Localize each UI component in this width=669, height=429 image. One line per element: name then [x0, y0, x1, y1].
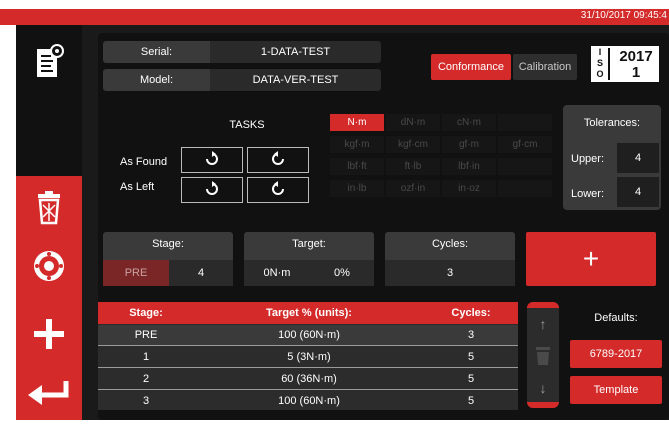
datetime: 31/10/2017 09:45:4 [580, 10, 667, 21]
table-row[interactable]: 1 5 (3N·m) 5 [98, 347, 518, 368]
row-target: 100 (60N·m) [278, 395, 340, 407]
top-status-bar: 31/10/2017 09:45:4 [0, 9, 669, 25]
iso-letter: O [596, 69, 604, 79]
model-value[interactable]: DATA-VER-TEST [210, 69, 381, 91]
calibration-button[interactable]: Calibration [513, 54, 577, 80]
scroll-up-button[interactable]: ↑ [527, 312, 559, 336]
stage-value[interactable]: 4 [169, 260, 233, 286]
unit-kgfm[interactable]: kgf·m [330, 136, 384, 153]
cycles-label: Cycles: [431, 238, 469, 250]
iso-letter: S [596, 58, 603, 68]
row-cycles: 5 [467, 395, 475, 407]
model-label: Model: [103, 69, 210, 91]
unit-ftlb[interactable]: ft·lb [386, 158, 440, 175]
delete-row-icon[interactable] [535, 346, 551, 366]
as-found-label: As Found [120, 156, 168, 168]
upper-label: Upper: [571, 153, 605, 165]
row-cycles: 5 [467, 373, 475, 385]
column-header: Cycles: [451, 307, 491, 319]
cycles-card: Cycles: 3 [385, 232, 515, 286]
target-label: Target: [292, 238, 326, 250]
as-left-label: As Left [120, 181, 155, 193]
tasks-title: TASKS [229, 119, 265, 131]
back-icon[interactable] [16, 372, 82, 416]
unit-kgfcm[interactable]: kgf·cm [386, 136, 440, 153]
row-cycles: 3 [467, 329, 475, 341]
row-stage: 1 [142, 351, 150, 363]
unit-empty [498, 114, 552, 131]
column-header: Target % (units): [266, 307, 352, 319]
table-row[interactable]: 3 100 (60N·m) 5 [98, 391, 518, 410]
plus-icon[interactable] [16, 312, 82, 356]
row-target: 100 (60N·m) [278, 329, 340, 341]
lower-label: Lower: [571, 188, 605, 200]
unit-empty [498, 158, 552, 175]
row-stage: PRE [134, 329, 158, 341]
stage-card: Stage: PRE 4 [103, 232, 233, 286]
upper-value[interactable]: 4 [617, 143, 659, 173]
target-unit-value[interactable]: 0N·m [244, 260, 310, 286]
unit-inlb[interactable]: in·lb [330, 180, 384, 197]
units-grid: N·m dN·m cN·m kgf·m kgf·cm gf·m gf·cm lb… [330, 114, 552, 200]
stages-table: Stage: Target % (units): Cycles: PRE 100… [98, 302, 518, 410]
row-stage: 2 [142, 373, 150, 385]
as-found-ccw-button[interactable] [181, 147, 243, 173]
report-icon[interactable] [16, 40, 82, 84]
standard-default-button[interactable]: 6789-2017 [570, 340, 662, 368]
trash-icon[interactable] [16, 186, 82, 230]
unit-cnm[interactable]: cN·m [442, 114, 496, 131]
unit-dnm[interactable]: dN·m [386, 114, 440, 131]
serial-label: Serial: [103, 41, 210, 63]
row-target: 5 (3N·m) [287, 351, 331, 363]
rotate-ccw-icon [206, 181, 218, 195]
tolerances-title: Tolerances: [583, 117, 641, 129]
iso-logo: I S O 2017 1 [590, 45, 660, 83]
defaults-title: Defaults: [594, 312, 638, 324]
unit-gfm[interactable]: gf·m [442, 136, 496, 153]
unit-nm[interactable]: N·m [330, 114, 384, 131]
unit-ozfin[interactable]: ozf·in [386, 180, 440, 197]
unit-empty [498, 180, 552, 197]
template-button[interactable]: Template [570, 376, 662, 404]
cycles-value[interactable]: 3 [385, 260, 515, 286]
wheel-icon[interactable] [16, 244, 82, 288]
target-card: Target: 0N·m 0% [244, 232, 374, 286]
rotate-ccw-icon [206, 151, 218, 165]
column-header: Stage: [129, 307, 163, 319]
add-stage-button[interactable]: + [526, 232, 656, 286]
iso-year: 2017 [619, 48, 653, 65]
target-percent-value[interactable]: 0% [310, 260, 374, 286]
lower-value[interactable]: 4 [617, 177, 659, 207]
table-header: Stage: Target % (units): Cycles: [98, 302, 518, 324]
table-row[interactable]: 2 60 (36N·m) 5 [98, 369, 518, 390]
iso-letter: I [598, 47, 602, 57]
unit-lbfin[interactable]: lbf·in [442, 158, 496, 175]
unit-gfcm[interactable]: gf·cm [498, 136, 552, 153]
rotate-cw-icon [272, 151, 284, 165]
table-scroll-controls: ↑ ↓ [527, 302, 559, 408]
iso-part: 1 [631, 64, 641, 81]
table-row[interactable]: PRE 100 (60N·m) 3 [98, 325, 518, 346]
stage-select[interactable]: PRE [103, 260, 169, 286]
serial-value[interactable]: 1-DATA-TEST [210, 41, 381, 63]
unit-inoz[interactable]: in·oz [442, 180, 496, 197]
as-found-cw-button[interactable] [247, 147, 309, 173]
row-target: 60 (36N·m) [281, 373, 337, 385]
tolerances-panel: Tolerances: Upper: 4 Lower: 4 [563, 105, 661, 210]
scroll-down-button[interactable]: ↓ [527, 376, 559, 400]
as-left-ccw-button[interactable] [181, 177, 243, 203]
row-stage: 3 [142, 395, 150, 407]
unit-lbfft[interactable]: lbf·ft [330, 158, 384, 175]
as-left-cw-button[interactable] [247, 177, 309, 203]
rotate-cw-icon [272, 181, 284, 195]
stage-label: Stage: [152, 238, 184, 250]
row-cycles: 5 [467, 351, 475, 363]
conformance-button[interactable]: Conformance [431, 54, 511, 80]
